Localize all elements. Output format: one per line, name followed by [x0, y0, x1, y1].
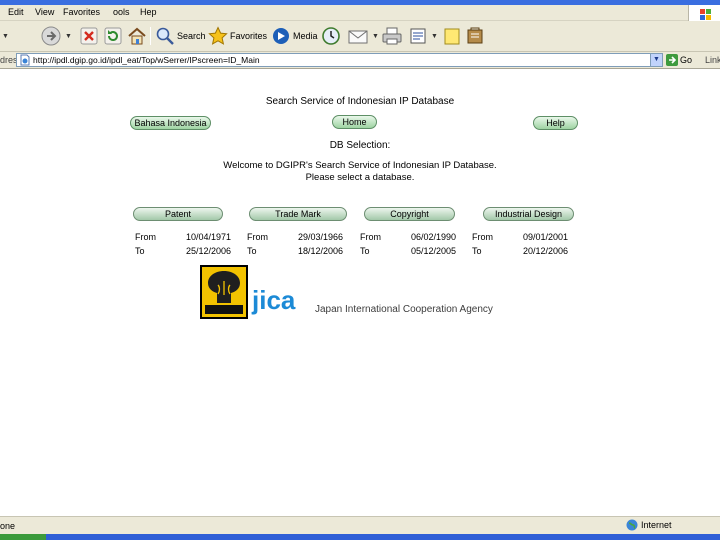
refresh-icon: [104, 27, 122, 45]
to-label: To: [135, 246, 145, 256]
search-label: Search: [177, 31, 206, 41]
home-toolbar-button[interactable]: [127, 25, 147, 47]
welcome-line: Please select a database.: [305, 172, 415, 183]
menu-favorites[interactable]: Favorites: [63, 7, 100, 17]
jica-logo-text: jica: [251, 285, 296, 315]
edit-toolbar-button[interactable]: ▼: [408, 25, 438, 47]
menu-view[interactable]: View: [35, 7, 54, 17]
from-date: 29/03/1966: [298, 232, 344, 242]
star-icon: [208, 26, 228, 45]
from-label: From: [247, 232, 268, 242]
to-date: 05/12/2005: [411, 246, 457, 256]
address-bar: dress http://ipdl.dgip.go.id/ipdl_eat/To…: [0, 52, 720, 69]
mail-toolbar-button[interactable]: ▼: [347, 25, 379, 47]
industrial-design-db-button[interactable]: Industrial Design: [483, 207, 574, 221]
toolbar: ▼ ▼ Search Favorites Media ▼ ▼: [0, 21, 720, 52]
patent-date-labels: From To: [135, 230, 156, 258]
to-label: To: [247, 246, 257, 256]
edit-document-icon: [410, 28, 426, 44]
search-icon: [156, 27, 174, 45]
to-label: To: [472, 246, 482, 256]
djhki-logo: [200, 265, 248, 319]
address-url: http://ipdl.dgip.go.id/ipdl_eat/Top/wSer…: [33, 55, 260, 65]
to-label: To: [360, 246, 370, 256]
media-label: Media: [293, 31, 318, 41]
trademark-date-labels: From To: [247, 230, 268, 258]
internet-zone-label: Internet: [641, 520, 672, 530]
edit-dropdown-icon[interactable]: ▼: [431, 33, 438, 40]
mail-dropdown-icon[interactable]: ▼: [372, 33, 379, 40]
forward-dropdown-icon[interactable]: ▼: [65, 33, 72, 40]
discuss-toolbar-button[interactable]: [443, 25, 461, 47]
note-icon: [444, 28, 460, 45]
printer-icon: [382, 27, 402, 45]
trademark-db-button[interactable]: Trade Mark: [249, 207, 347, 221]
from-date: 09/01/2001: [523, 232, 569, 242]
menu-tools[interactable]: ools: [113, 7, 130, 17]
favorites-toolbar-button[interactable]: Favorites: [208, 25, 267, 47]
db-selection-heading: DB Selection:: [329, 140, 391, 151]
patent-db-button[interactable]: Patent: [133, 207, 223, 221]
history-toolbar-button[interactable]: [321, 25, 341, 47]
patent-date-values: 10/04/1971 25/12/2006: [186, 230, 231, 258]
to-date: 25/12/2006: [186, 246, 232, 256]
from-date: 06/02/1990: [411, 232, 457, 242]
from-date: 10/04/1971: [186, 232, 232, 242]
copyright-date-labels: From To: [360, 230, 381, 258]
home-button[interactable]: Home: [332, 115, 377, 129]
stop-icon: [80, 27, 98, 45]
page-title: Search Service of Indonesian IP Database: [265, 96, 455, 107]
help-button[interactable]: Help: [533, 116, 578, 130]
media-icon: [273, 28, 289, 44]
menu-bar: Edit View Favorites ools Hep: [0, 5, 720, 26]
go-arrow-icon: [666, 54, 678, 66]
jica-logo: jica: [251, 281, 301, 317]
status-bar: one Internet: [0, 516, 720, 534]
from-label: From: [360, 232, 381, 242]
page-content: Search Service of Indonesian IP Database…: [0, 70, 720, 516]
mail-icon: [348, 30, 368, 44]
taskbar: [0, 534, 720, 540]
page-icon: [20, 54, 30, 66]
forward-button[interactable]: ▼: [40, 25, 72, 47]
back-button[interactable]: ▼: [2, 25, 9, 47]
security-zone: Internet: [626, 519, 672, 531]
industrial-design-date-values: 09/01/2001 20/12/2006: [523, 230, 568, 258]
trademark-date-values: 29/03/1966 18/12/2006: [298, 230, 343, 258]
favorites-label: Favorites: [230, 31, 268, 41]
messenger-toolbar-button[interactable]: [465, 25, 485, 47]
bahasa-indonesia-button[interactable]: Bahasa Indonesia: [130, 116, 211, 130]
print-toolbar-button[interactable]: [381, 25, 403, 47]
jica-full-name: Japan International Cooperation Agency: [315, 304, 493, 315]
globe-icon: [626, 519, 638, 531]
to-date: 20/12/2006: [523, 246, 569, 256]
copyright-db-button[interactable]: Copyright: [364, 207, 455, 221]
to-date: 18/12/2006: [298, 246, 344, 256]
forward-arrow-icon: [41, 26, 61, 46]
back-dropdown-icon[interactable]: ▼: [2, 33, 9, 40]
address-input[interactable]: http://ipdl.dgip.go.id/ipdl_eat/Top/wSer…: [16, 53, 663, 67]
search-toolbar-button[interactable]: Search: [155, 25, 206, 47]
go-button[interactable]: Go: [666, 54, 692, 66]
welcome-line: Welcome to DGIPR's Search Service of Ind…: [223, 160, 497, 171]
stop-button[interactable]: [80, 25, 98, 47]
messenger-icon: [467, 27, 483, 44]
from-label: From: [135, 232, 156, 242]
refresh-button[interactable]: [104, 25, 122, 47]
welcome-message: Welcome to DGIPR's Search Service of Ind…: [0, 160, 720, 184]
history-icon: [322, 27, 340, 45]
toolbar-separator: [150, 27, 151, 45]
menu-edit[interactable]: Edit: [8, 7, 24, 17]
home-icon: [128, 27, 146, 45]
media-toolbar-button[interactable]: Media: [271, 25, 318, 47]
start-button[interactable]: [0, 534, 46, 540]
copyright-date-values: 06/02/1990 05/12/2005: [411, 230, 456, 258]
menu-help[interactable]: Hep: [140, 7, 157, 17]
links-button[interactable]: Links: [705, 55, 720, 65]
industrial-design-date-labels: From To: [472, 230, 493, 258]
go-label: Go: [680, 55, 693, 65]
address-dropdown-icon[interactable]: ▼: [650, 54, 662, 66]
status-text: one: [0, 521, 16, 531]
from-label: From: [472, 232, 493, 242]
